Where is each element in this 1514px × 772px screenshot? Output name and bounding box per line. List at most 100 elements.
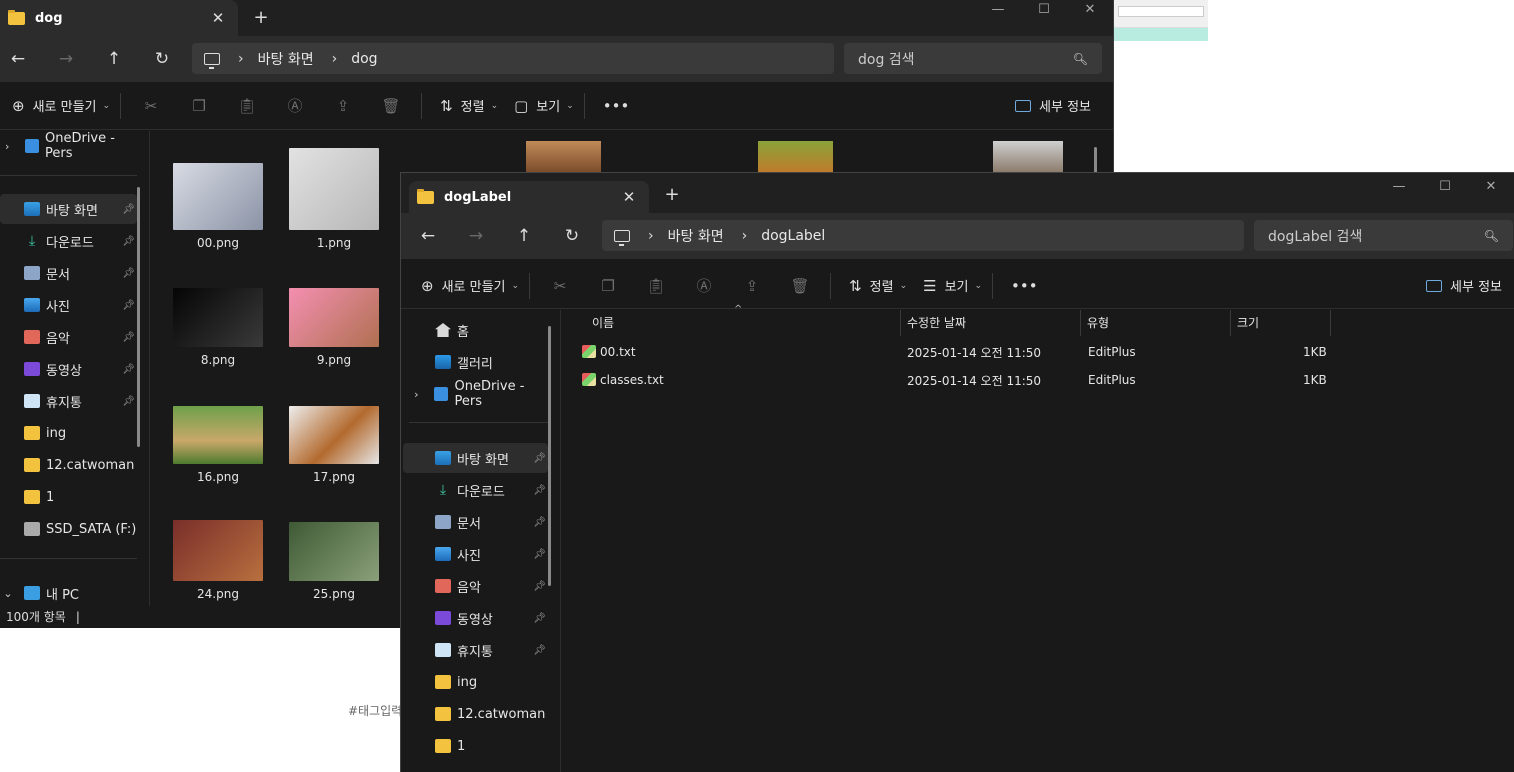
back-arrow-icon[interactable]: ← [414,223,442,249]
sidebar-item-desktop[interactable]: 바탕 화면 📌︎ [403,443,548,473]
thumbnail-item[interactable]: 00.png [160,163,276,250]
address-bar[interactable]: › 바탕 화면 › dog [192,43,834,74]
new-button[interactable]: ⊕ 새로 만들기 ⌄ [8,91,114,121]
maximize-button[interactable]: ☐ [1422,177,1468,205]
breadcrumb-desktop[interactable]: 바탕 화면 [258,49,314,69]
column-header-size[interactable]: 크기 [1231,310,1331,336]
breadcrumb-dog[interactable]: dog [351,51,377,67]
pin-icon: 📌︎ [122,331,135,343]
copy-icon[interactable]: ❐ [175,97,223,115]
maximize-button[interactable]: ☐ [1021,0,1067,28]
sidebar-item-1[interactable]: 1 [401,731,548,761]
sidebar-scrollbar[interactable] [548,326,551,586]
back-arrow-icon[interactable]: ← [4,46,32,72]
sidebar-scrollbar[interactable] [137,187,140,447]
sidebar-item-recycle-bin[interactable]: 휴지통 📌︎ [0,386,137,416]
thumbnail-item[interactable]: 8.png [160,288,276,367]
sidebar-item-videos[interactable]: 동영상 📌︎ [0,354,137,384]
close-window-button[interactable]: ✕ [1067,0,1113,28]
sort-button[interactable]: ⇅ 정렬 ⌄ [436,91,502,121]
copy-icon[interactable]: ❐ [584,277,632,295]
sidebar-item-this-pc[interactable]: ⌄ 내 PC [0,578,137,608]
minimize-button[interactable]: — [975,0,1021,28]
thumbnail-item[interactable]: 9.png [276,288,392,367]
sidebar-item-music[interactable]: 음악 📌︎ [0,322,137,352]
tab-dog[interactable]: dog ✕ [0,0,238,36]
refresh-icon[interactable]: ↻ [148,46,176,72]
breadcrumb-desktop[interactable]: 바탕 화면 [668,226,724,246]
pin-icon: 📌︎ [122,363,135,375]
share-icon[interactable]: ⇪ [728,277,776,295]
column-header-name[interactable]: 이름 [586,310,901,336]
sidebar-item-desktop[interactable]: 바탕 화면 📌︎ [0,194,137,224]
thumbnail-image[interactable] [758,141,833,173]
sidebar-item-onedrive[interactable]: › OneDrive - Pers [0,131,137,161]
rename-icon[interactable]: Ⓐ [271,95,319,116]
sidebar-item-label: 사진 [457,548,481,564]
up-arrow-icon[interactable]: ↑ [510,223,538,249]
delete-icon[interactable]: 🗑︎ [776,277,824,295]
more-options-button[interactable]: ••• [599,91,642,121]
search-input[interactable]: dog 검색 🔍︎ [844,43,1102,74]
view-button[interactable]: ☰ 보기 ⌄ [919,271,986,301]
sidebar-item-12-catwoman[interactable]: 12.catwoman [401,699,548,729]
table-row[interactable]: classes.txt 2025-01-14 오전 11:50 EditPlus… [576,367,1327,393]
sidebar-item-recycle-bin[interactable]: 휴지통 📌︎ [401,635,548,665]
forward-arrow-icon[interactable]: → [462,223,490,249]
sort-button[interactable]: ⇅ 정렬 ⌄ [845,271,911,301]
details-button[interactable]: 세부 정보 [1426,276,1502,295]
close-tab-icon[interactable]: ✕ [617,188,641,206]
sidebar-item-downloads[interactable]: ⤓ 다운로드 📌︎ [401,475,548,505]
thumbnail-image[interactable] [993,141,1063,173]
sidebar-item-onedrive[interactable]: › OneDrive - Pers [401,379,548,409]
pin-icon: 📌︎ [122,395,135,407]
sidebar-item-ssd-sata[interactable]: SSD_SATA (F:) [0,514,137,544]
sidebar-item-videos[interactable]: 동영상 📌︎ [401,603,548,633]
sidebar-item-1[interactable]: 1 [0,482,137,512]
sidebar-item-12-catwoman[interactable]: 12.catwoman [0,450,137,480]
sidebar-item-label: 바탕 화면 [457,452,509,468]
details-button[interactable]: 세부 정보 [1015,96,1091,115]
delete-icon[interactable]: 🗑︎ [367,97,415,115]
rename-icon[interactable]: Ⓐ [680,275,728,296]
forward-arrow-icon[interactable]: → [52,46,80,72]
sidebar-item-ing[interactable]: ing [0,418,137,448]
view-button[interactable]: ▢ 보기 ⌄ [510,91,578,121]
sidebar-item-downloads[interactable]: ⤓ 다운로드 📌︎ [0,226,137,256]
thumbnail-image[interactable] [526,141,601,173]
sidebar-item-pictures[interactable]: 사진 📌︎ [401,539,548,569]
breadcrumb-doglabel[interactable]: dogLabel [761,228,825,244]
sidebar-item-music[interactable]: 음악 📌︎ [401,571,548,601]
sidebar-item-documents[interactable]: 문서 📌︎ [401,507,548,537]
address-bar[interactable]: › 바탕 화면 › dogLabel [602,220,1244,251]
cut-icon[interactable]: ✂ [127,97,175,115]
up-arrow-icon[interactable]: ↑ [100,46,128,72]
new-tab-button[interactable]: + [658,181,686,209]
sidebar-item-gallery[interactable]: 갤러리 [401,347,548,377]
search-input[interactable]: dogLabel 검색 🔍︎ [1254,220,1513,251]
sidebar-item-ing[interactable]: ing [401,667,548,697]
cut-icon[interactable]: ✂ [536,277,584,295]
close-window-button[interactable]: ✕ [1468,177,1514,205]
thumbnail-item[interactable]: 25.png [276,522,392,601]
more-options-button[interactable]: ••• [1007,271,1050,301]
column-header-type[interactable]: 유형 [1081,310,1231,336]
sidebar-item-home[interactable]: 홈 [401,315,548,345]
new-tab-button[interactable]: + [247,4,275,32]
close-tab-icon[interactable]: ✕ [206,9,230,27]
refresh-icon[interactable]: ↻ [558,223,586,249]
thumbnail-item[interactable]: 24.png [160,520,276,601]
thumbnail-item[interactable]: 16.png [160,406,276,484]
sidebar-item-pictures[interactable]: 사진 📌︎ [0,290,137,320]
paste-icon[interactable]: 📋︎ [223,97,271,115]
share-icon[interactable]: ⇪ [319,97,367,115]
sidebar-item-documents[interactable]: 문서 📌︎ [0,258,137,288]
minimize-button[interactable]: — [1376,177,1422,205]
column-header-modified[interactable]: 수정한 날짜 [901,310,1081,336]
paste-icon[interactable]: 📋︎ [632,277,680,295]
thumbnail-item[interactable]: 17.png [276,406,392,484]
new-button[interactable]: ⊕ 새로 만들기 ⌄ [417,271,523,301]
table-row[interactable]: 00.txt 2025-01-14 오전 11:50 EditPlus 1KB [576,339,1327,365]
tab-doglabel[interactable]: dogLabel ✕ [409,181,649,213]
thumbnail-item[interactable]: 1.png [276,148,392,250]
